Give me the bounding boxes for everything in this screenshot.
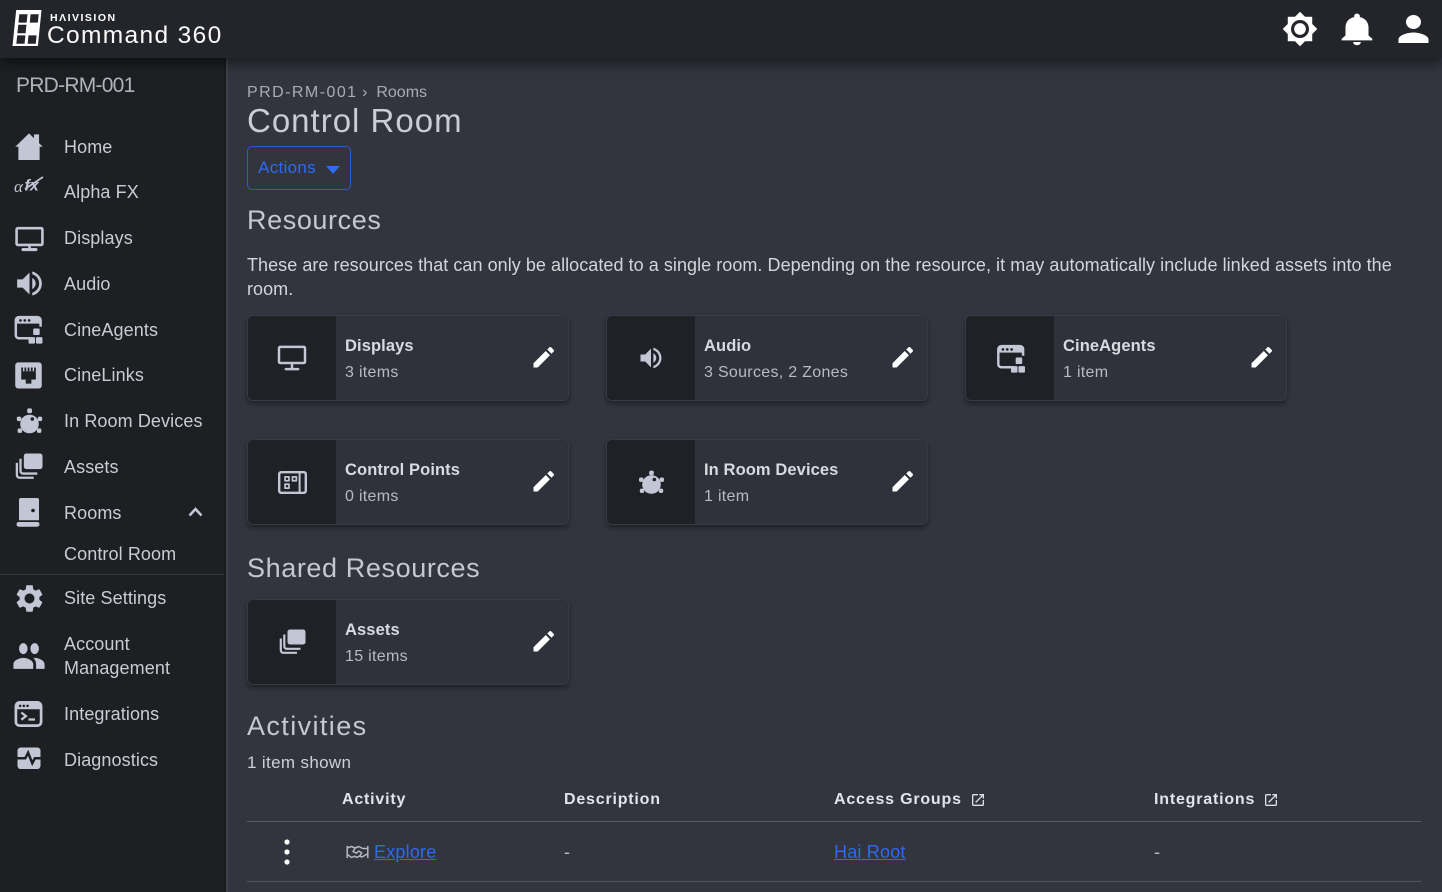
svg-text:α: α bbox=[14, 177, 24, 196]
